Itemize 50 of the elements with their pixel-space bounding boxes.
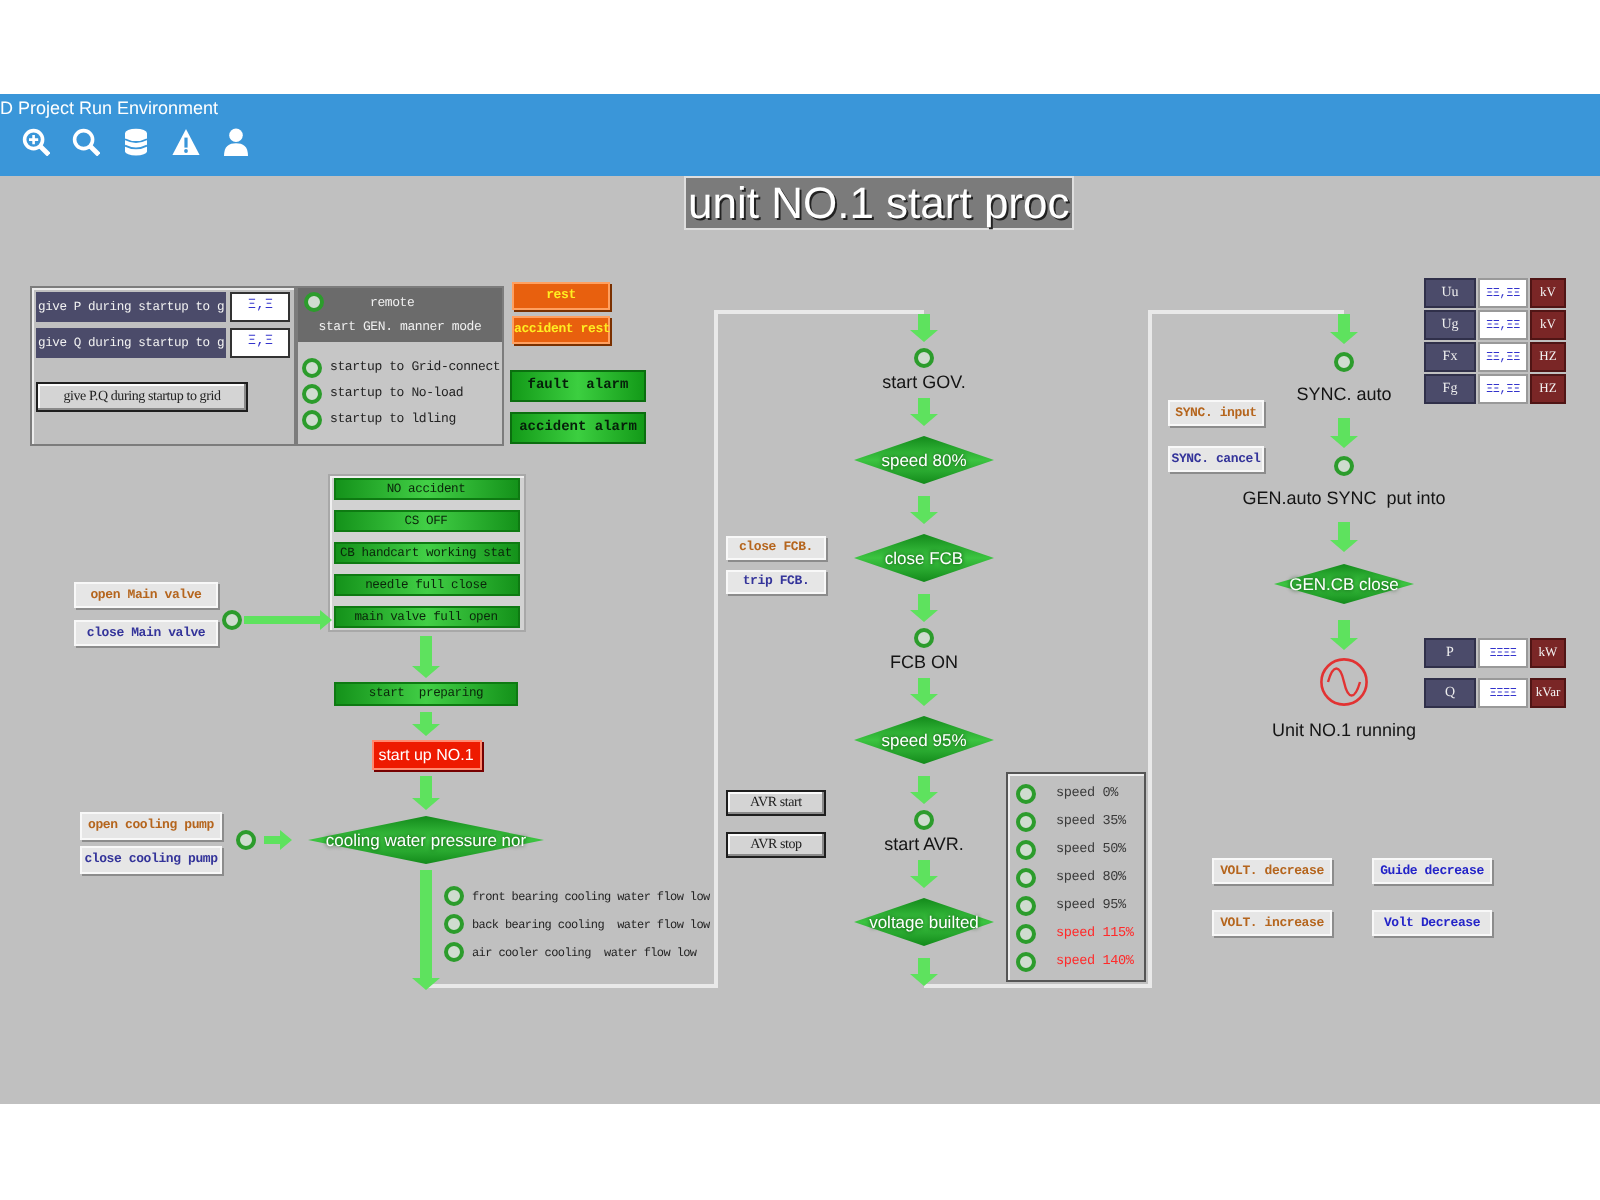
start-button[interactable]: start up NO.1 bbox=[371, 740, 481, 770]
condition-node: close FCB bbox=[854, 534, 994, 582]
flow-arrow bbox=[412, 712, 440, 736]
condition-node: speed 95% bbox=[854, 716, 994, 764]
radio-icon[interactable] bbox=[302, 383, 322, 403]
indicator-icon bbox=[236, 830, 256, 850]
radio-icon[interactable] bbox=[302, 357, 322, 377]
page-title: unit NO.1 start proc bbox=[684, 176, 1074, 230]
step-label: GEN.auto SYNC put into bbox=[1242, 488, 1446, 508]
indicator-icon bbox=[1334, 352, 1354, 372]
step-label: start GOV. bbox=[882, 372, 966, 392]
user-icon[interactable] bbox=[222, 128, 250, 156]
indicator-icon bbox=[913, 810, 934, 830]
zoom-in-icon[interactable] bbox=[22, 128, 50, 156]
indicator-icon bbox=[1334, 456, 1354, 476]
database-icon[interactable] bbox=[122, 128, 150, 156]
flow-arrow bbox=[910, 776, 938, 804]
flow-arrow bbox=[264, 830, 292, 850]
indicator-icon bbox=[913, 628, 934, 648]
indicator-icon bbox=[304, 292, 324, 312]
indicator-icon bbox=[222, 610, 242, 630]
flow-arrow bbox=[910, 678, 938, 706]
flow-arrow bbox=[1330, 522, 1358, 552]
flow-arrow bbox=[910, 398, 938, 426]
flow-arrow bbox=[412, 870, 440, 990]
flow-arrow bbox=[910, 860, 938, 888]
step-label: SYNC. auto bbox=[1296, 384, 1392, 404]
flow-arrow bbox=[1330, 314, 1358, 344]
flow-arrow bbox=[412, 636, 440, 678]
search-icon[interactable] bbox=[72, 128, 100, 156]
step-label: FCB ON bbox=[889, 652, 958, 672]
flow-arrow bbox=[910, 314, 938, 342]
condition-node: GEN.CB close bbox=[1274, 564, 1414, 604]
step-label: start AVR. bbox=[884, 834, 964, 854]
flow-arrow bbox=[244, 610, 332, 630]
condition-node: cooling water pressure nor bbox=[308, 816, 544, 864]
flow-arrow bbox=[910, 496, 938, 524]
radio-icon[interactable] bbox=[302, 409, 322, 429]
flow-arrow bbox=[1330, 418, 1358, 448]
flow-arrow bbox=[1330, 620, 1358, 650]
warning-icon[interactable] bbox=[172, 128, 200, 156]
step-label: Unit NO.1 running bbox=[1271, 720, 1417, 740]
window-title: D Project Run Environment bbox=[0, 96, 219, 120]
condition-node: speed 80% bbox=[854, 436, 994, 484]
flow-arrow bbox=[412, 776, 440, 810]
flow-arrow bbox=[910, 594, 938, 622]
flow-arrow bbox=[910, 958, 938, 986]
indicator-icon bbox=[914, 348, 934, 368]
condition-node: voltage builted bbox=[854, 898, 994, 946]
sine-circle-icon bbox=[1319, 658, 1368, 706]
